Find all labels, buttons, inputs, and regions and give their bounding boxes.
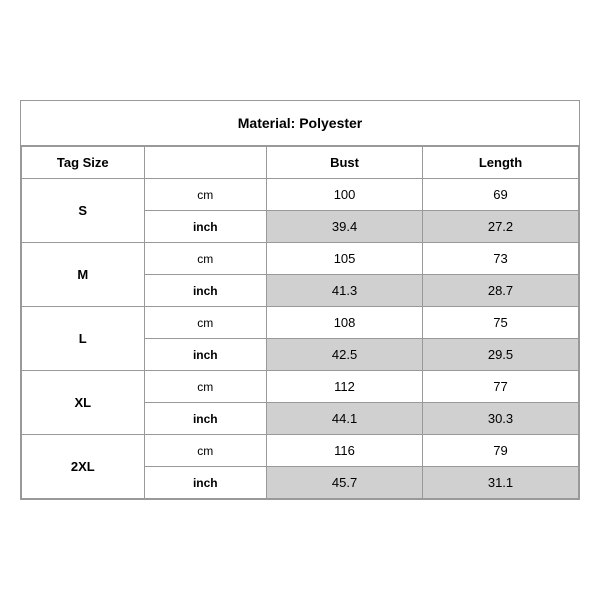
unit-cm: cm — [144, 179, 267, 211]
length-cm-value: 69 — [423, 179, 579, 211]
length-cm-value: 77 — [423, 371, 579, 403]
bust-cm-value: 105 — [267, 243, 423, 275]
unit-cm: cm — [144, 435, 267, 467]
length-inch-value: 29.5 — [423, 339, 579, 371]
bust-cm-value: 112 — [267, 371, 423, 403]
size-table: Tag Size Bust Length Scm10069inch39.427.… — [21, 146, 579, 499]
bust-inch-value: 39.4 — [267, 211, 423, 243]
unit-inch: inch — [144, 403, 267, 435]
bust-header: Bust — [267, 147, 423, 179]
unit-cm: cm — [144, 243, 267, 275]
unit-inch: inch — [144, 467, 267, 499]
size-label: L — [22, 307, 145, 371]
unit-inch: inch — [144, 211, 267, 243]
bust-inch-value: 41.3 — [267, 275, 423, 307]
length-inch-value: 27.2 — [423, 211, 579, 243]
unit-cm: cm — [144, 307, 267, 339]
table-row: Mcm10573 — [22, 243, 579, 275]
bust-cm-value: 116 — [267, 435, 423, 467]
bust-inch-value: 45.7 — [267, 467, 423, 499]
size-chart-container: Material: Polyester Tag Size Bust Length… — [20, 100, 580, 500]
bust-cm-value: 100 — [267, 179, 423, 211]
size-label: M — [22, 243, 145, 307]
bust-inch-value: 42.5 — [267, 339, 423, 371]
size-label: S — [22, 179, 145, 243]
chart-title: Material: Polyester — [21, 101, 579, 146]
unit-inch: inch — [144, 275, 267, 307]
length-inch-value: 31.1 — [423, 467, 579, 499]
unit-header — [144, 147, 267, 179]
size-label: 2XL — [22, 435, 145, 499]
length-cm-value: 79 — [423, 435, 579, 467]
length-cm-value: 73 — [423, 243, 579, 275]
unit-inch: inch — [144, 339, 267, 371]
length-header: Length — [423, 147, 579, 179]
size-label: XL — [22, 371, 145, 435]
table-row: 2XLcm11679 — [22, 435, 579, 467]
bust-inch-value: 44.1 — [267, 403, 423, 435]
unit-cm: cm — [144, 371, 267, 403]
table-row: Lcm10875 — [22, 307, 579, 339]
length-cm-value: 75 — [423, 307, 579, 339]
bust-cm-value: 108 — [267, 307, 423, 339]
tag-size-header: Tag Size — [22, 147, 145, 179]
table-row: XLcm11277 — [22, 371, 579, 403]
length-inch-value: 28.7 — [423, 275, 579, 307]
table-row: Scm10069 — [22, 179, 579, 211]
length-inch-value: 30.3 — [423, 403, 579, 435]
